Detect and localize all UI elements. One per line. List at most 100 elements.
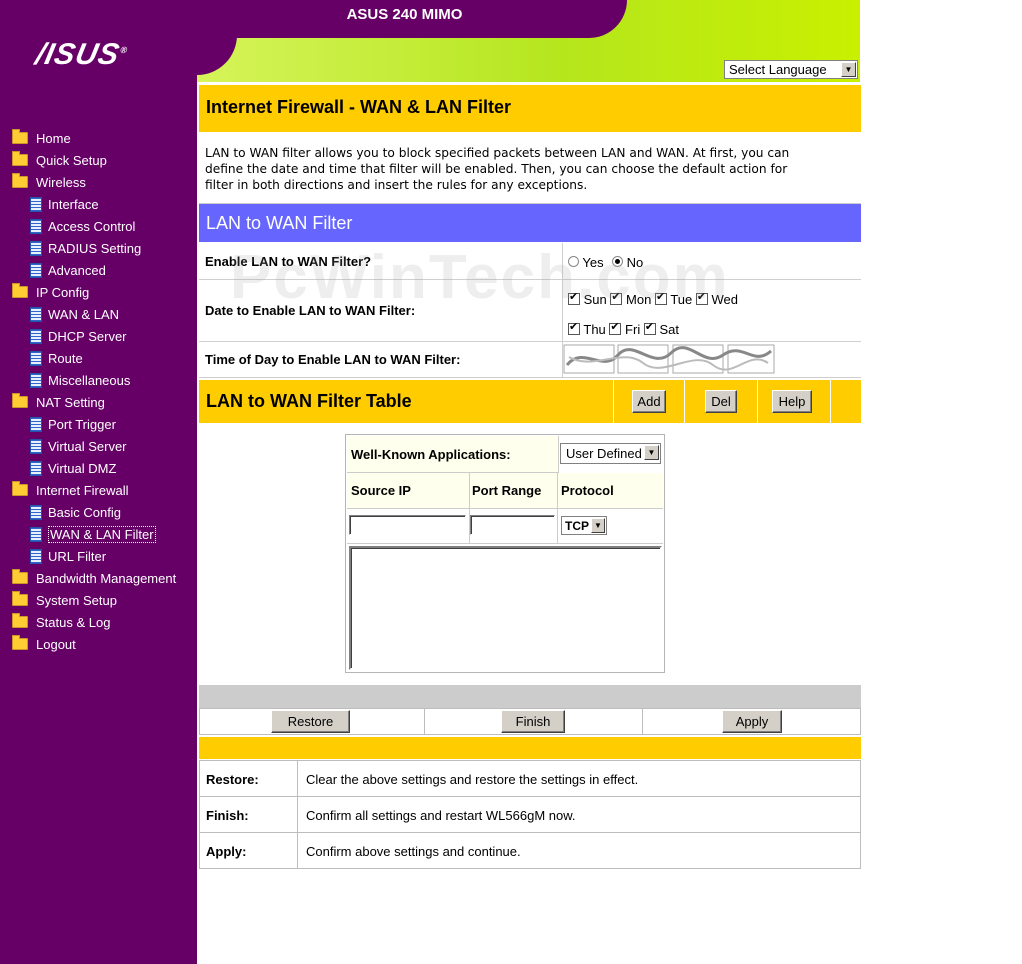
page-icon — [30, 548, 42, 564]
folder-icon — [12, 569, 28, 584]
time-label: Time of Day to Enable LAN to WAN Filter: — [205, 352, 461, 367]
column-header-protocol: Protocol — [561, 483, 614, 498]
page-icon — [30, 460, 42, 476]
footer-header-bar — [199, 737, 861, 759]
folder-icon — [12, 635, 28, 650]
page-icon — [30, 504, 42, 520]
page-icon — [30, 240, 42, 256]
checkbox-checked-icon[interactable] — [568, 320, 580, 335]
checkbox-checked-icon[interactable] — [609, 320, 622, 335]
sidebar-item-system-setup[interactable]: System Setup — [12, 589, 197, 611]
checkbox-checked-icon[interactable] — [695, 290, 708, 305]
page-icon — [30, 218, 42, 234]
sidebar-item-wan-lan-filter[interactable]: WAN & LAN Filter — [30, 523, 215, 545]
open-folder-icon — [12, 481, 28, 496]
sidebar-item-ip-config[interactable]: IP Config — [12, 281, 197, 303]
sidebar-item-basic-config[interactable]: Basic Config — [30, 501, 215, 523]
apply-button[interactable]: Apply — [722, 710, 782, 733]
page-icon — [30, 328, 42, 344]
page-icon — [30, 526, 42, 542]
sidebar-item-virtual-dmz[interactable]: Virtual DMZ — [30, 457, 215, 479]
page-icon — [30, 196, 42, 212]
port-range-input[interactable] — [470, 515, 555, 535]
date-label: Date to Enable LAN to WAN Filter: — [205, 303, 416, 318]
checkbox-checked-icon[interactable] — [568, 290, 580, 305]
checkbox-checked-icon[interactable] — [610, 290, 623, 305]
sidebar-item-url-filter[interactable]: URL Filter — [30, 545, 215, 567]
day-sun[interactable]: Sun — [568, 290, 607, 307]
enable-yes-option[interactable]: Yes — [568, 255, 604, 270]
folder-icon — [12, 151, 28, 166]
chevron-down-icon[interactable]: ▼ — [841, 62, 856, 77]
page-icon — [30, 438, 42, 454]
radio-selected-icon[interactable] — [612, 256, 623, 267]
sidebar-item-interface[interactable]: Interface — [30, 193, 215, 215]
open-folder-icon — [12, 283, 28, 298]
finish-button[interactable]: Finish — [501, 710, 565, 733]
header-divider — [830, 380, 831, 423]
chevron-down-icon[interactable]: ▼ — [591, 518, 605, 533]
time-inputs-obscured[interactable] — [563, 343, 775, 375]
day-mon[interactable]: Mon — [610, 290, 651, 307]
sidebar-item-radius-setting[interactable]: RADIUS Setting — [30, 237, 215, 259]
folder-icon — [12, 591, 28, 606]
page-icon — [30, 262, 42, 278]
sidebar-item-bandwidth-management[interactable]: Bandwidth Management — [12, 567, 197, 589]
open-folder-icon — [12, 173, 28, 188]
radio-icon[interactable] — [568, 256, 579, 267]
source-ip-input[interactable] — [349, 515, 466, 535]
help-row-restore: Restore: Clear the above settings and re… — [199, 760, 861, 797]
add-button[interactable]: Add — [632, 390, 666, 413]
day-wed[interactable]: Wed — [695, 290, 738, 307]
header-divider — [684, 380, 685, 423]
day-sat[interactable]: Sat — [643, 320, 679, 337]
help-button[interactable]: Help — [772, 390, 812, 413]
page-icon — [30, 350, 42, 366]
sidebar-item-logout[interactable]: Logout — [12, 633, 197, 655]
filter-rules-list[interactable] — [349, 546, 662, 670]
open-folder-icon — [12, 393, 28, 408]
sidebar-item-wireless[interactable]: Wireless — [12, 171, 197, 193]
well-known-select[interactable]: User Defined ▼ — [560, 443, 661, 464]
checkbox-checked-icon[interactable] — [643, 320, 656, 335]
day-tue[interactable]: Tue — [654, 290, 692, 307]
enable-no-option[interactable]: No — [612, 255, 643, 270]
folder-icon — [12, 613, 28, 628]
section-title-filter-table: LAN to WAN Filter Table — [206, 391, 412, 411]
checkbox-checked-icon[interactable] — [654, 290, 667, 305]
day-thu[interactable]: Thu — [568, 320, 606, 337]
sidebar-item-route[interactable]: Route — [30, 347, 215, 369]
scribble-graphic — [563, 344, 775, 374]
sidebar-item-miscellaneous[interactable]: Miscellaneous — [30, 369, 215, 391]
sidebar-item-status-log[interactable]: Status & Log — [12, 611, 197, 633]
del-button[interactable]: Del — [705, 390, 737, 413]
sidebar-item-virtual-server[interactable]: Virtual Server — [30, 435, 215, 457]
asus-logo: /ISUS® — [32, 38, 130, 71]
chevron-down-icon[interactable]: ▼ — [644, 445, 659, 460]
language-select[interactable]: Select Language ▼ — [724, 60, 858, 79]
action-divider — [424, 708, 425, 735]
help-row-apply: Apply: Confirm above settings and contin… — [199, 832, 861, 869]
sidebar-item-dhcp-server[interactable]: DHCP Server — [30, 325, 215, 347]
page-icon — [30, 306, 42, 322]
day-fri[interactable]: Fri — [609, 320, 640, 337]
header-divider — [757, 380, 758, 423]
page-title: Internet Firewall - WAN & LAN Filter — [206, 97, 512, 117]
restore-button[interactable]: Restore — [271, 710, 350, 733]
sidebar-item-quick-setup[interactable]: Quick Setup — [12, 149, 197, 171]
sidebar-item-port-trigger[interactable]: Port Trigger — [30, 413, 215, 435]
sidebar-item-access-control[interactable]: Access Control — [30, 215, 215, 237]
sidebar-item-nat-setting[interactable]: NAT Setting — [12, 391, 197, 413]
action-bar-top — [199, 685, 861, 708]
sidebar-item-internet-firewall[interactable]: Internet Firewall — [12, 479, 197, 501]
protocol-select[interactable]: TCP ▼ — [561, 516, 607, 535]
app-title: ASUS 240 MIMO — [346, 6, 463, 23]
sidebar-item-advanced[interactable]: Advanced — [30, 259, 215, 281]
day-checkboxes-row1: Sun Mon Tue Wed — [568, 290, 738, 307]
header-divider — [613, 380, 614, 423]
sidebar-item-home[interactable]: Home — [12, 127, 197, 149]
help-row-finish: Finish: Confirm all settings and restart… — [199, 796, 861, 833]
enable-label: Enable LAN to WAN Filter? — [205, 254, 372, 269]
sidebar-item-wan-lan[interactable]: WAN & LAN — [30, 303, 215, 325]
folder-icon — [12, 129, 28, 144]
